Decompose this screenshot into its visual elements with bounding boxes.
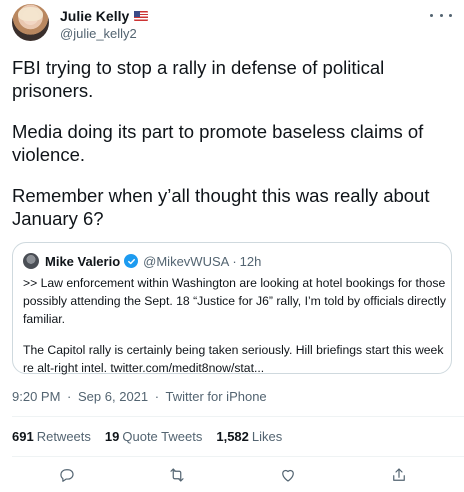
author-block: Julie Kelly @julie_kelly2 (60, 8, 149, 41)
more-dot (430, 13, 433, 17)
tweet-paragraph: Media doing its part to promote baseless… (12, 121, 424, 165)
quoted-paragraph: >> Law enforcement within Washington are… (23, 276, 446, 326)
tweet-date[interactable]: Sep 6, 2021 (78, 389, 148, 404)
reply-icon (60, 469, 74, 482)
author-avatar[interactable] (12, 4, 49, 41)
like-icon (282, 469, 294, 482)
verified-icon (124, 254, 139, 268)
divider (12, 456, 464, 457)
flag-icon (134, 11, 149, 21)
more-dot (439, 13, 443, 17)
more-dot (449, 13, 452, 17)
quoted-paragraph: The Capitol rally is certainly being tak… (23, 343, 444, 375)
retweets-stat[interactable]: 691 Retweets (12, 429, 91, 444)
more-icon[interactable] (430, 8, 452, 22)
quoted-author-name: Mike Valerio (45, 253, 121, 269)
author-name-row: Julie Kelly (60, 8, 149, 24)
quoted-separator: · (232, 253, 237, 269)
likes-count: 1,582 (216, 429, 249, 444)
like-button[interactable] (277, 464, 299, 486)
quoted-tweet-body: >> Law enforcement within Washington are… (23, 274, 447, 390)
quoted-author-avatar (23, 253, 39, 269)
tweet-time[interactable]: 9:20 PM (12, 389, 60, 404)
retweets-count: 691 (12, 429, 34, 444)
tweet-paragraph: Remember when y’all thought this was rea… (12, 185, 430, 229)
reply-button[interactable] (56, 464, 78, 486)
tweet-meta: 9:20 PM · Sep 6, 2021 · Twitter for iPho… (12, 389, 267, 404)
likes-stat[interactable]: 1,582 Likes (216, 429, 282, 444)
quoted-tweet-header: Mike Valerio @MikevWUSA · 12h (23, 253, 261, 269)
quoted-tweet[interactable]: Mike Valerio @MikevWUSA · 12h >> Law enf… (12, 242, 452, 375)
quoted-time: 12h (239, 253, 262, 269)
retweet-icon (170, 468, 184, 482)
meta-separator: · (154, 389, 160, 404)
tweet-card: Julie Kelly @julie_kelly2 FBI trying to … (0, 0, 464, 492)
quotes-count: 19 (104, 429, 120, 444)
tweet-stats: 691 Retweets 19 Quote Tweets 1,582 Likes (12, 429, 296, 444)
share-button[interactable] (388, 464, 410, 486)
author-name[interactable]: Julie Kelly (60, 8, 129, 24)
divider (12, 416, 464, 417)
likes-label: Likes (251, 429, 283, 444)
quotes-stat[interactable]: 19 Quote Tweets (105, 429, 202, 444)
quoted-author-handle: @MikevWUSA (143, 253, 230, 269)
tweet-text: FBI trying to stop a rally in defense of… (12, 56, 452, 248)
meta-separator: · (67, 389, 72, 404)
share-icon (393, 468, 405, 481)
retweets-label: Retweets (36, 429, 91, 444)
quotes-label: Quote Tweets (122, 429, 203, 444)
retweet-button[interactable] (166, 464, 188, 486)
tweet-paragraph: FBI trying to stop a rally in defense of… (12, 57, 385, 101)
author-handle[interactable]: @julie_kelly2 (60, 26, 148, 41)
action-bar (0, 460, 464, 490)
tweet-source[interactable]: Twitter for iPhone (166, 389, 267, 404)
